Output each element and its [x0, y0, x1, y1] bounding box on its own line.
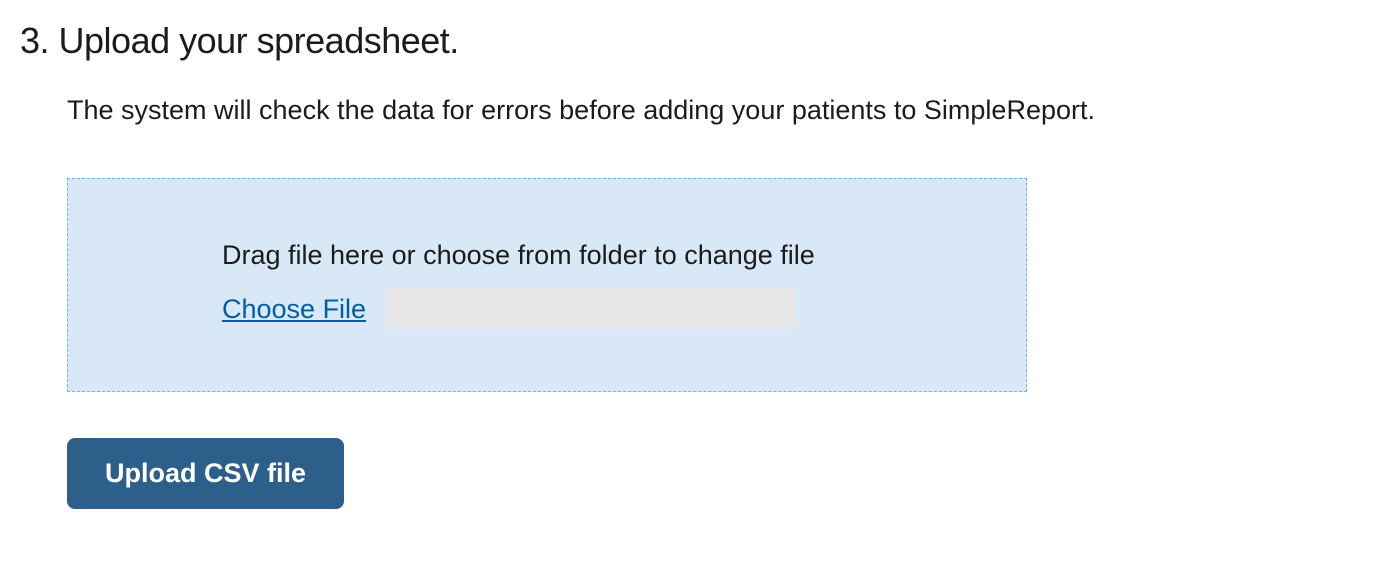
choose-file-link[interactable]: Choose File [222, 294, 366, 325]
instruction-text: The system will check the data for error… [67, 92, 1354, 130]
file-dropzone[interactable]: Drag file here or choose from folder to … [67, 178, 1027, 392]
upload-csv-button[interactable]: Upload CSV file [67, 438, 344, 509]
dropzone-label: Drag file here or choose from folder to … [222, 240, 872, 271]
step-content: The system will check the data for error… [20, 92, 1354, 509]
choose-file-row: Choose File [222, 289, 872, 329]
selected-file-display [386, 289, 796, 329]
step-heading: 3. Upload your spreadsheet. [20, 20, 1354, 62]
